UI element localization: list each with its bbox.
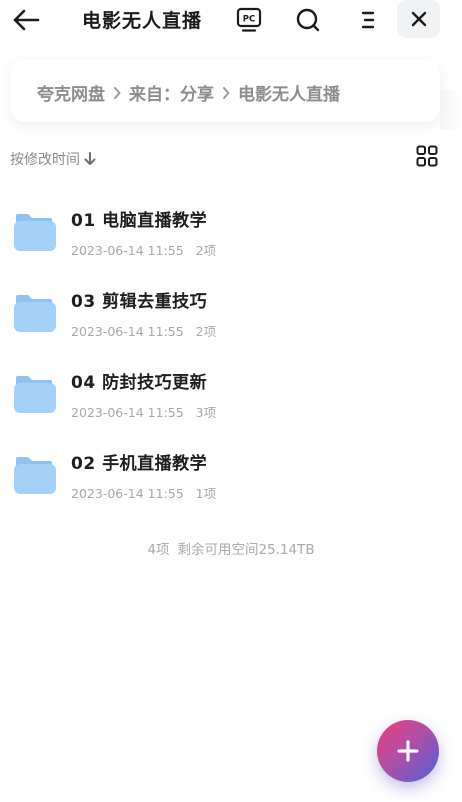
top-bar: 电影无人直播 PC [0,0,462,40]
remaining-space: 剩余可用空间25.14TB [177,542,315,558]
file-meta: 2023-06-14 11:55 1项 [71,483,216,502]
sort-label: 按修改时间 [10,152,80,168]
file-count: 2项 [195,324,217,339]
file-name: 04 防封技巧更新 [71,373,208,393]
chevron-right-icon [222,86,230,99]
storage-summary: 4项 剩余可用空间25.14TB [0,538,462,558]
menu-button[interactable] [352,4,384,36]
list-item[interactable]: 01 电脑直播教学 2023-06-14 11:55 2项 [0,196,462,277]
list-item[interactable]: 04 防封技巧更新 2023-06-14 11:55 3项 [0,358,462,439]
pc-monitor-icon: PC [236,7,262,32]
breadcrumb: 夸克网盘 来自：分享 电影无人直播 [10,60,440,122]
grid-view-button[interactable] [414,143,440,169]
file-date: 2023-06-14 11:55 [71,405,184,420]
search-icon [296,8,320,32]
folder-icon [14,457,56,494]
close-button[interactable] [397,0,440,38]
folder-icon [14,214,56,251]
file-meta: 2023-06-14 11:55 2项 [71,240,216,259]
arrow-down-icon [84,152,96,165]
file-count: 2项 [195,243,217,258]
sort-button[interactable]: 按修改时间 [10,149,96,169]
pc-label: PC [243,15,255,25]
close-icon [411,11,426,27]
add-button[interactable] [377,720,439,782]
file-name: 01 电脑直播教学 [71,211,208,231]
list-item[interactable]: 03 剪辑去重技巧 2023-06-14 11:55 2项 [0,277,462,358]
folder-icon [14,376,56,413]
arrow-left-icon [13,9,40,31]
file-meta: 2023-06-14 11:55 3项 [71,402,216,421]
back-button[interactable] [10,4,42,36]
file-meta: 2023-06-14 11:55 2项 [71,321,216,340]
grid-view-icon [416,145,438,167]
file-name: 03 剪辑去重技巧 [71,292,208,312]
file-count: 1项 [195,486,217,501]
file-date: 2023-06-14 11:55 [71,486,184,501]
file-name: 02 手机直播教学 [71,454,208,474]
file-date: 2023-06-14 11:55 [71,324,184,339]
folder-icon [14,295,56,332]
plus-icon [397,740,419,762]
chevron-right-icon [113,86,121,99]
menu-icon [361,11,375,29]
breadcrumb-path: 夸克网盘 来自：分享 电影无人直播 [37,80,340,105]
search-button[interactable] [292,4,324,36]
breadcrumb-item-share[interactable]: 来自：分享 [129,80,214,105]
file-list: 01 电脑直播教学 2023-06-14 11:55 2项 03 剪辑去重技巧 2… [0,196,462,520]
page-title: 电影无人直播 [82,10,203,32]
pc-button[interactable]: PC [233,4,265,36]
file-date: 2023-06-14 11:55 [71,243,184,258]
breadcrumb-item-root[interactable]: 夸克网盘 [37,80,105,105]
item-count: 4项 [147,542,170,558]
file-count: 3项 [195,405,217,420]
breadcrumb-item-current: 电影无人直播 [238,85,340,105]
list-item[interactable]: 02 手机直播教学 2023-06-14 11:55 1项 [0,439,462,520]
edge-shadow [440,90,462,130]
